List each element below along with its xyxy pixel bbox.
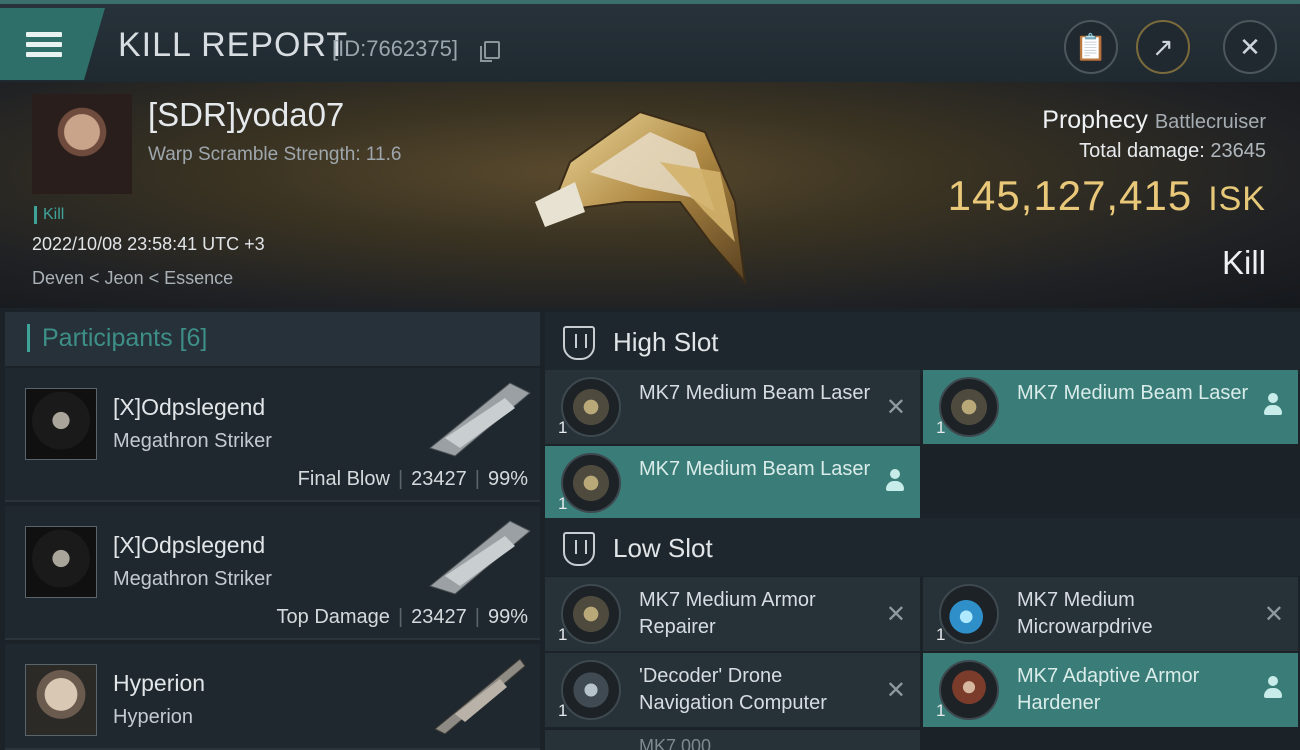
module-name: MK7 Medium Beam Laser: [639, 458, 871, 480]
drone-navigation-computer-icon: [561, 660, 621, 720]
page-title: KILL REPORT: [118, 26, 349, 64]
hamburger-icon: [26, 27, 62, 62]
low-slot-label: Low Slot: [613, 533, 713, 563]
module-name: MK7 Adaptive Armor Hardener: [1017, 665, 1200, 714]
participant-avatar: [25, 526, 97, 598]
participant-damage: 23427: [411, 468, 467, 490]
participant-stats: Final Blow | 23427 | 99%: [297, 468, 528, 490]
module-name: 'Decoder' Drone Navigation Computer: [639, 665, 827, 714]
armor-repairer-icon: [561, 584, 621, 644]
armor-hardener-icon: [939, 660, 999, 720]
victim-ship[interactable]: Prophecy Battlecruiser: [1042, 106, 1266, 135]
close-icon: ✕: [1239, 31, 1261, 62]
module-name: MK7 Medium Beam Laser: [1017, 382, 1249, 404]
module-name: MK7 Medium Microwarpdrive: [1017, 589, 1153, 638]
module-name: MK7 000: [639, 736, 712, 750]
destroyed-icon: ✕: [1263, 601, 1284, 628]
participant-row[interactable]: Hyperion Hyperion: [5, 644, 540, 750]
participant-row[interactable]: [X]Odpslegend Megathron Striker Final Bl…: [5, 368, 540, 502]
participant-name: [X]Odpslegend: [113, 394, 266, 420]
beam-laser-icon: [939, 377, 999, 437]
kill-report-id: [ID:7662375]: [332, 36, 458, 61]
isk-amount: 145,127,415: [947, 172, 1193, 219]
dropped-icon: [886, 469, 904, 493]
high-slot-label: High Slot: [613, 327, 719, 357]
close-button[interactable]: ✕: [1223, 20, 1277, 74]
participant-ship-image: [428, 382, 531, 457]
module-item[interactable]: 1 MK7 Medium Microwarpdrive ✕: [923, 577, 1298, 651]
low-slot-header: Low Slot: [545, 518, 1300, 576]
top-bar: KILL REPORT [ID:7662375] 📋 ↗ ✕: [0, 0, 1300, 82]
warp-scramble-strength: Warp Scramble Strength: 11.6: [148, 144, 402, 165]
total-damage: Total damage: 23645: [1079, 140, 1266, 163]
kill-result: Kill: [1221, 244, 1266, 281]
participant-ship: Megathron Striker: [113, 568, 272, 590]
module-qty: 1: [558, 494, 568, 513]
copy-icon[interactable]: [480, 41, 500, 62]
isk-value: 145,127,415 ISK: [948, 172, 1266, 220]
module-name: MK7 Medium Armor Repairer: [639, 589, 816, 638]
module-qty: 1: [936, 418, 946, 437]
isk-unit: ISK: [1208, 180, 1266, 218]
participant-ship: Hyperion: [113, 706, 194, 728]
kill-banner: [SDR]yoda07 Warp Scramble Strength: 11.6…: [0, 82, 1300, 308]
module-item[interactable]: 1 MK7 Medium Beam Laser: [545, 446, 920, 520]
participant-name: Hyperion: [113, 670, 206, 696]
destroyed-icon: ✕: [885, 601, 906, 628]
clipboard-icon: 📋: [1074, 31, 1108, 62]
participant-role: Final Blow: [297, 468, 390, 490]
destroyed-icon: ✕: [885, 677, 906, 704]
destroyed-icon: ✕: [885, 394, 906, 421]
participant-percent: 99%: [487, 468, 528, 490]
dropped-icon: [1264, 393, 1282, 417]
module-item[interactable]: 1 'Decoder' Drone Navigation Computer ✕: [545, 653, 920, 727]
participant-avatar: [25, 664, 97, 736]
share-icon: ↗: [1152, 31, 1174, 62]
ship-image: [535, 110, 747, 286]
participant-damage: 23427: [411, 606, 467, 628]
participants-title: Participants [6]: [27, 324, 207, 352]
victim-portrait[interactable]: [32, 94, 132, 194]
dropped-icon: [1264, 676, 1282, 700]
module-item[interactable]: 1 MK7 Medium Beam Laser ✕: [545, 370, 920, 444]
participants-header: Participants [6]: [5, 312, 540, 366]
kill-location: Deven < Jeon < Essence: [32, 268, 234, 288]
module-qty: 1: [558, 625, 568, 644]
clipboard-button[interactable]: 📋: [1064, 20, 1118, 74]
kill-timestamp: 2022/10/08 23:58:41 UTC +3: [32, 234, 265, 254]
low-slot-icon: [563, 532, 595, 566]
high-slot-header: High Slot: [545, 312, 1300, 374]
module-item-partial[interactable]: MK7 000: [545, 730, 920, 750]
share-button[interactable]: ↗: [1136, 20, 1190, 74]
participant-percent: 99%: [487, 606, 528, 628]
victim-name[interactable]: [SDR]yoda07: [148, 96, 344, 134]
participant-stats: Top Damage | 23427 | 99%: [276, 606, 528, 628]
module-qty: 1: [558, 701, 568, 720]
module-qty: 1: [936, 701, 946, 720]
participant-ship-image: [434, 658, 526, 734]
high-slot-icon: [563, 326, 595, 360]
kill-tag: Kill: [34, 206, 64, 224]
participant-ship-image: [428, 520, 531, 595]
participant-row[interactable]: [X]Odpslegend Megathron Striker Top Dama…: [5, 506, 540, 640]
microwarpdrive-icon: [939, 584, 999, 644]
participant-ship: Megathron Striker: [113, 430, 272, 452]
beam-laser-icon: [561, 453, 621, 513]
module-item[interactable]: 1 MK7 Medium Armor Repairer ✕: [545, 577, 920, 651]
ship-class: Battlecruiser: [1154, 111, 1266, 133]
participant-role: Top Damage: [276, 606, 390, 628]
total-damage-value: 23645: [1210, 140, 1266, 162]
total-damage-label: Total damage:: [1079, 140, 1205, 162]
menu-button[interactable]: [0, 8, 105, 80]
module-item[interactable]: 1 MK7 Adaptive Armor Hardener: [923, 653, 1298, 727]
beam-laser-icon: [561, 377, 621, 437]
module-qty: 1: [936, 625, 946, 644]
participant-name: [X]Odpslegend: [113, 532, 266, 558]
module-qty: 1: [558, 418, 568, 437]
participant-avatar: [25, 388, 97, 460]
module-item[interactable]: 1 MK7 Medium Beam Laser: [923, 370, 1298, 444]
ship-name: Prophecy: [1042, 106, 1148, 134]
module-name: MK7 Medium Beam Laser: [639, 382, 871, 404]
